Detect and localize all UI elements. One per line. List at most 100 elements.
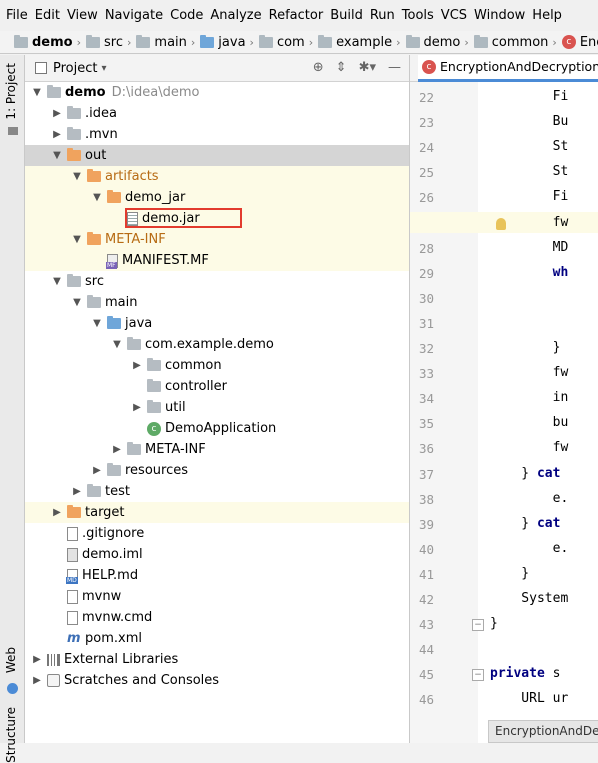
project-tool-tab[interactable]: 1: Project bbox=[4, 63, 18, 120]
tree-item[interactable]: ▼ artifacts bbox=[25, 166, 409, 187]
tree-item[interactable]: ▼ out bbox=[25, 145, 409, 166]
breadcrumb-item[interactable]: java › bbox=[200, 34, 259, 50]
tree-item[interactable]: ▼ main bbox=[25, 292, 409, 313]
code-line: in bbox=[490, 390, 569, 406]
chevron-down-icon[interactable]: ▼ bbox=[71, 234, 83, 245]
tree-item[interactable]: ▼ java bbox=[25, 313, 409, 334]
fold-icon[interactable]: − bbox=[472, 619, 484, 632]
chevron-down-icon[interactable]: ▼ bbox=[91, 318, 103, 329]
chevron-down-icon[interactable]: ▼ bbox=[111, 339, 123, 350]
tree-item[interactable]: ▼ com.example.demo bbox=[25, 334, 409, 355]
tree-item[interactable]: ▶ target bbox=[25, 502, 409, 523]
tree-item[interactable]: c DemoApplication bbox=[25, 418, 409, 439]
tree-item[interactable]: ▼ demo D:\idea\demo bbox=[25, 82, 409, 103]
chevron-right-icon[interactable]: ▶ bbox=[51, 507, 63, 518]
chevron-right-icon[interactable]: ▶ bbox=[131, 360, 143, 371]
menu-help[interactable]: Help bbox=[532, 8, 562, 23]
menu-window[interactable]: Window bbox=[474, 8, 525, 23]
chevron-right-icon[interactable]: ▶ bbox=[91, 465, 103, 476]
chevron-down-icon[interactable]: ▼ bbox=[51, 276, 63, 287]
maven-icon: m bbox=[67, 631, 81, 646]
tree-item[interactable]: mvnw bbox=[25, 586, 409, 607]
tree-item-label: target bbox=[85, 505, 125, 520]
menu-refactor[interactable]: Refactor bbox=[269, 8, 324, 23]
tree-item[interactable]: ▶ resources bbox=[25, 460, 409, 481]
locate-icon[interactable]: ⊕ bbox=[313, 60, 324, 75]
panel-dropdown-icon[interactable]: ▾ bbox=[101, 63, 106, 74]
chevron-right-icon[interactable]: ▶ bbox=[31, 675, 43, 686]
tree-item[interactable]: ▶ External Libraries bbox=[25, 649, 409, 670]
breadcrumb-item[interactable]: demo › bbox=[405, 34, 474, 50]
chevron-right-icon: › bbox=[249, 35, 254, 49]
folder-icon bbox=[67, 106, 81, 119]
chevron-right-icon[interactable]: ▶ bbox=[51, 129, 63, 140]
folder-icon bbox=[258, 34, 273, 48]
folder-icon bbox=[147, 400, 161, 413]
tree-item[interactable]: mvnw.cmd bbox=[25, 607, 409, 628]
menu-file[interactable]: File bbox=[6, 8, 28, 23]
tree-item[interactable]: ▶ common bbox=[25, 355, 409, 376]
fold-icon[interactable]: − bbox=[472, 669, 484, 682]
folder-icon bbox=[405, 34, 420, 48]
breadcrumb-item[interactable]: src › bbox=[86, 34, 136, 50]
breadcrumb-label: demo bbox=[423, 34, 461, 50]
chevron-down-icon[interactable]: ▼ bbox=[91, 192, 103, 203]
chevron-down-icon[interactable]: ▼ bbox=[71, 297, 83, 308]
tree-item[interactable]: ▶ test bbox=[25, 481, 409, 502]
chevron-right-icon[interactable]: ▶ bbox=[71, 486, 83, 497]
tree-item-label: out bbox=[85, 148, 107, 163]
chevron-right-icon[interactable]: ▶ bbox=[111, 444, 123, 455]
menu-view[interactable]: View bbox=[67, 8, 98, 23]
breadcrumb-item[interactable]: main › bbox=[136, 34, 200, 50]
tree-item-label: Scratches and Consoles bbox=[64, 673, 220, 688]
keyword: cat bbox=[536, 515, 561, 531]
chevron-right-icon[interactable]: ▶ bbox=[131, 402, 143, 413]
tree-item[interactable]: ▶ Scratches and Consoles bbox=[25, 670, 409, 691]
breadcrumb-item[interactable]: cEncryptionAndDecryption bbox=[561, 35, 598, 50]
menu-analyze[interactable]: Analyze bbox=[210, 8, 261, 23]
tree-item[interactable]: .gitignore bbox=[25, 523, 409, 544]
java-class-icon: c bbox=[561, 35, 576, 49]
tree-item[interactable]: ▼ demo_jar bbox=[25, 187, 409, 208]
tree-item[interactable]: ▼ src bbox=[25, 271, 409, 292]
menu-code[interactable]: Code bbox=[170, 8, 203, 23]
menu-run[interactable]: Run bbox=[370, 8, 395, 23]
tree-item[interactable]: ▶ util bbox=[25, 397, 409, 418]
manifest-file-icon: MF bbox=[106, 253, 118, 269]
tree-item[interactable]: ▶ META-INF bbox=[25, 439, 409, 460]
tree-item[interactable]: MF MANIFEST.MF bbox=[25, 250, 409, 271]
breadcrumb-item[interactable]: com › bbox=[258, 34, 318, 50]
menu-navigate[interactable]: Navigate bbox=[105, 8, 163, 23]
tree-item[interactable]: controller bbox=[25, 376, 409, 397]
tree-item[interactable]: demo.iml bbox=[25, 544, 409, 565]
editor-tab[interactable]: c EncryptionAndDecryption.java bbox=[418, 55, 598, 82]
chevron-right-icon[interactable]: ▶ bbox=[51, 108, 63, 119]
tree-item-label: mvnw.cmd bbox=[82, 610, 153, 625]
menu-build[interactable]: Build bbox=[330, 8, 363, 23]
web-tool-tab[interactable]: Web bbox=[4, 647, 18, 673]
structure-tool-tab[interactable]: Structure bbox=[4, 707, 18, 763]
tree-item[interactable]: ▶ .idea bbox=[25, 103, 409, 124]
tree-item[interactable]: ▶ .mvn bbox=[25, 124, 409, 145]
tree-item[interactable]: MD HELP.md bbox=[25, 565, 409, 586]
breadcrumb-item[interactable]: demo › bbox=[14, 34, 86, 50]
chevron-right-icon[interactable]: ▶ bbox=[31, 654, 43, 665]
tree-item[interactable]: m pom.xml bbox=[25, 628, 409, 649]
breadcrumb-item[interactable]: common › bbox=[473, 34, 562, 50]
menu-tools[interactable]: Tools bbox=[402, 8, 434, 23]
tree-item-label: DemoApplication bbox=[165, 421, 277, 436]
panel-title[interactable]: Project bbox=[53, 61, 97, 76]
chevron-down-icon[interactable]: ▼ bbox=[51, 150, 63, 161]
tree-item-label: META-INF bbox=[145, 442, 206, 457]
breadcrumb-item[interactable]: example › bbox=[318, 34, 405, 50]
tree-item[interactable]: ▼ META-INF bbox=[25, 229, 409, 250]
menu-edit[interactable]: Edit bbox=[35, 8, 60, 23]
lightbulb-icon[interactable] bbox=[496, 217, 506, 230]
hide-icon[interactable]: — bbox=[388, 60, 401, 75]
menu-vcs[interactable]: VCS bbox=[441, 8, 467, 23]
chevron-down-icon[interactable]: ▼ bbox=[71, 171, 83, 182]
keyword: wh bbox=[552, 264, 569, 280]
gear-icon[interactable]: ✱▾ bbox=[359, 60, 376, 75]
collapse-all-icon[interactable]: ⇕ bbox=[336, 60, 347, 75]
chevron-down-icon[interactable]: ▼ bbox=[31, 87, 43, 98]
